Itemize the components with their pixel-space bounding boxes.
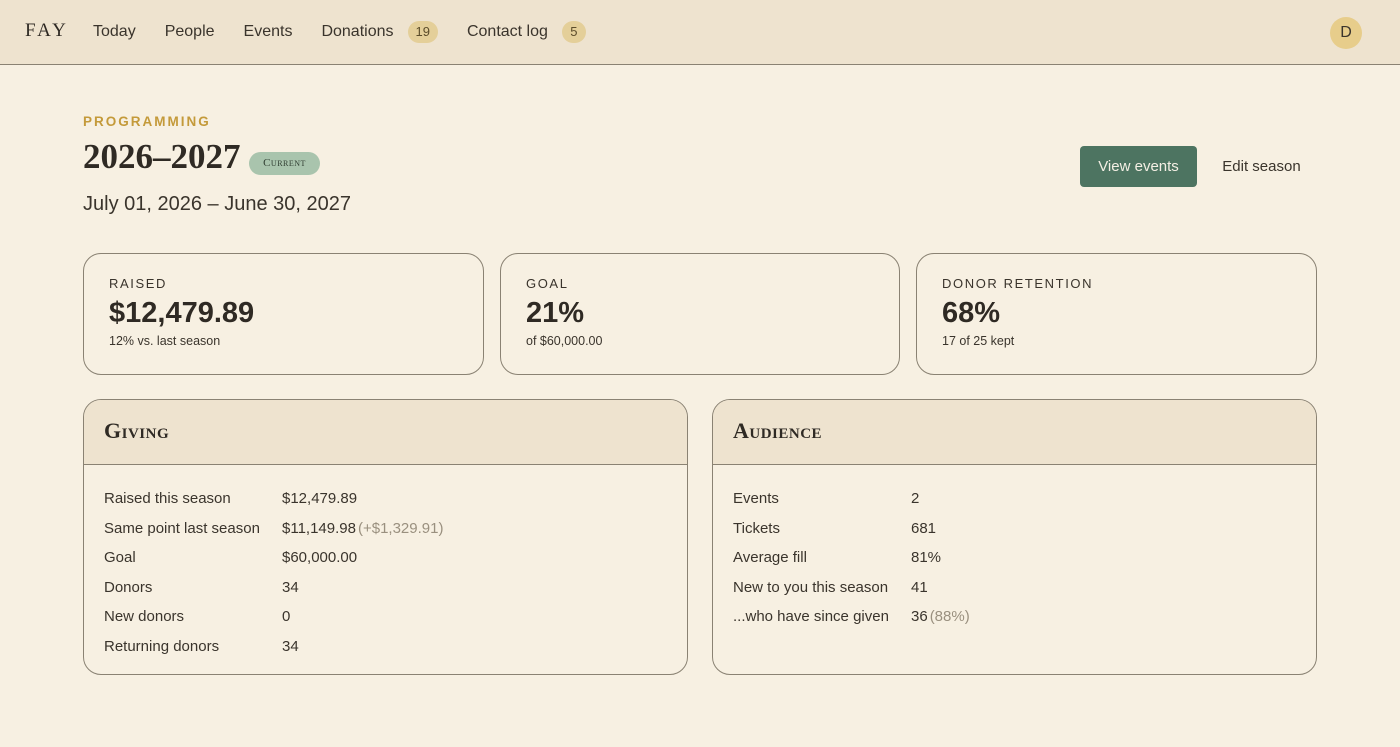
row-value: $12,479.89 <box>282 490 358 508</box>
table-row: Goal $60,000.00 <box>104 543 667 573</box>
table-row: Raised this season $12,479.89 <box>104 484 667 514</box>
season-date-range: July 01, 2026 – June 30, 2027 <box>83 193 351 215</box>
top-nav-bar: FAY Today People Events Donations 19 Con… <box>0 0 1400 65</box>
row-value: 2 <box>911 490 920 508</box>
row-label: Raised this season <box>104 490 231 508</box>
user-avatar[interactable]: D <box>1330 17 1362 49</box>
row-value: $60,000.00 <box>282 549 358 567</box>
stat-value: 68% <box>942 297 1001 329</box>
row-value: 34 <box>282 578 299 596</box>
row-label: Events <box>733 490 779 508</box>
audience-panel: Audience Events 2 Tickets 681 Average fi… <box>712 399 1317 675</box>
stat-subtext: of $60,000.00 <box>526 334 603 348</box>
stat-card-goal: GOAL 21% of $60,000.00 <box>500 253 900 375</box>
stat-value: 21% <box>526 297 585 329</box>
app-logo[interactable]: FAY <box>25 20 69 42</box>
row-value: 0 <box>282 608 291 626</box>
panel-header: Audience <box>713 400 1316 465</box>
contact-log-count-badge: 5 <box>561 21 586 43</box>
donations-count-badge: 19 <box>407 21 438 43</box>
row-value: $11,149.98 <box>282 519 356 537</box>
nav-item-label: Events <box>243 23 293 40</box>
nav-item-label: Donations <box>321 23 394 40</box>
nav-item-people[interactable]: People <box>165 23 215 41</box>
row-label: Goal <box>104 549 136 567</box>
nav-item-contact-log[interactable]: Contact log 5 <box>467 21 586 43</box>
audience-rows: Events 2 Tickets 681 Average fill 81% Ne… <box>713 465 1316 632</box>
row-label: Tickets <box>733 519 780 537</box>
nav-item-label: Today <box>93 23 136 40</box>
row-label: Average fill <box>733 549 807 567</box>
table-row: Returning donors 34 <box>104 632 667 662</box>
view-events-button[interactable]: View events <box>1080 146 1197 187</box>
stat-label: RAISED <box>109 276 168 291</box>
status-badge: Current <box>249 152 320 175</box>
table-row: Tickets 681 <box>733 514 1296 544</box>
main-nav: Today People Events Donations 19 Contact… <box>93 0 615 64</box>
row-value: 36 <box>911 608 928 626</box>
giving-panel: Giving Raised this season $12,479.89 Sam… <box>83 399 688 675</box>
stat-value: $12,479.89 <box>109 297 255 329</box>
table-row: Average fill 81% <box>733 543 1296 573</box>
stat-label: GOAL <box>526 276 569 291</box>
nav-item-donations[interactable]: Donations 19 <box>321 21 438 43</box>
row-value: 34 <box>282 637 299 655</box>
row-label: New to you this season <box>733 578 889 596</box>
panel-title: Giving <box>104 418 170 443</box>
row-label: Returning donors <box>104 637 220 655</box>
table-row: Events 2 <box>733 484 1296 514</box>
row-value: 81% <box>911 549 942 567</box>
stat-card-raised: RAISED $12,479.89 12% vs. last season <box>83 253 484 375</box>
table-row: ...who have since given 36 (88%) <box>733 602 1296 632</box>
stat-label: DONOR RETENTION <box>942 276 1094 291</box>
stat-card-donor-retention: DONOR RETENTION 68% 17 of 25 kept <box>916 253 1317 375</box>
nav-item-today[interactable]: Today <box>93 23 136 41</box>
nav-item-label: Contact log <box>466 23 548 40</box>
panel-title: Audience <box>733 418 823 443</box>
stat-subtext: 12% vs. last season <box>109 334 221 348</box>
row-label: Same point last season <box>104 519 260 537</box>
row-label: Donors <box>104 578 153 596</box>
nav-item-label: People <box>164 23 215 40</box>
row-percentage: (88%) <box>929 608 970 626</box>
row-value: 681 <box>911 519 937 537</box>
row-label: ...who have since given <box>733 608 889 626</box>
row-value: 41 <box>911 578 928 596</box>
table-row: Donors 34 <box>104 573 667 603</box>
table-row: New donors 0 <box>104 602 667 632</box>
page-title: 2026–2027 <box>83 137 241 176</box>
giving-rows: Raised this season $12,479.89 Same point… <box>84 465 687 661</box>
row-label: New donors <box>104 608 185 626</box>
nav-item-events[interactable]: Events <box>244 23 293 41</box>
row-delta: (+$1,329.91) <box>357 519 444 537</box>
section-eyebrow: PROGRAMMING <box>83 114 211 129</box>
table-row: New to you this season 41 <box>733 573 1296 603</box>
edit-season-button[interactable]: Edit season <box>1210 146 1313 187</box>
table-row: Same point last season $11,149.98 (+$1,3… <box>104 514 667 544</box>
stat-subtext: 17 of 25 kept <box>942 334 1015 348</box>
panel-header: Giving <box>84 400 687 465</box>
